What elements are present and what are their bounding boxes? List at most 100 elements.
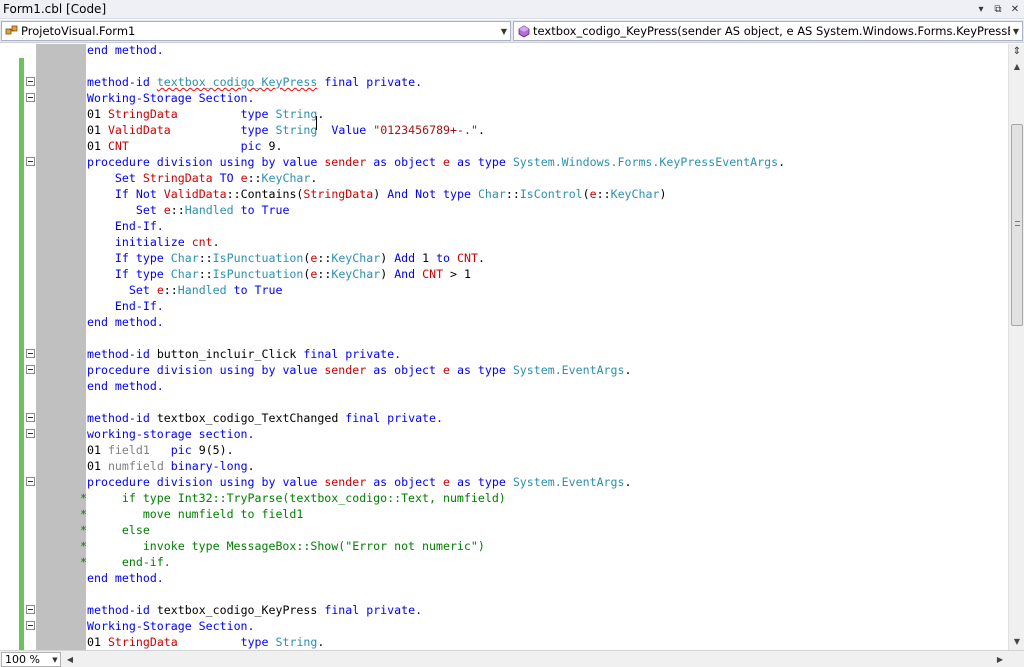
code-line[interactable]: 01 StringData type String.	[0, 106, 1008, 122]
class-dropdown[interactable]: ProjetoVisual.Form1 ▼	[1, 21, 511, 41]
code-line[interactable]: If Not ValidData::Contains(StringData) A…	[0, 186, 1008, 202]
restore-window-icon[interactable]: ⧉	[991, 2, 1005, 16]
zoom-level: 100 %	[5, 653, 40, 666]
code-editor[interactable]: end method. method-id textbox_codigo_KeyP…	[0, 44, 1008, 650]
code-token: "0123456789+-."	[373, 123, 478, 137]
scroll-down-icon[interactable]: ▼	[1010, 634, 1024, 648]
code-line[interactable]: end method.	[0, 314, 1008, 330]
code-token: CNT	[457, 251, 478, 265]
scroll-left-icon[interactable]: ◀	[63, 652, 77, 667]
code-token: as type	[449, 475, 513, 489]
code-line[interactable]	[0, 586, 1008, 602]
code-line[interactable]: 01 ValidData type String Value "01234567…	[0, 122, 1008, 138]
code-token: Working-Storage Section.	[87, 619, 255, 633]
code-token: ::Contains(	[226, 187, 304, 201]
code-line[interactable]: 01 field1 pic 9(5).	[0, 442, 1008, 458]
collapse-icon[interactable]	[26, 93, 35, 102]
code-line[interactable]: method-id textbox_codigo_KeyPress final …	[0, 602, 1008, 618]
code-token: And Not type	[387, 187, 478, 201]
code-line[interactable]: method-id textbox_codigo_KeyPress final …	[0, 74, 1008, 90]
scroll-up-icon[interactable]: ▲	[1010, 59, 1024, 73]
code-line[interactable]: end method.	[0, 378, 1008, 394]
code-line[interactable]: Working-Storage Section.	[0, 618, 1008, 634]
code-line[interactable]: End-If.	[0, 298, 1008, 314]
code-token: CNT	[107, 139, 129, 153]
code-line[interactable]: * invoke type MessageBox::Show("Error no…	[0, 538, 1008, 554]
collapse-icon[interactable]	[26, 77, 35, 86]
code-line[interactable]	[0, 58, 1008, 74]
code-line[interactable]: procedure division using by value sender…	[0, 154, 1008, 170]
code-line[interactable]: 01 numfield binary-long.	[0, 458, 1008, 474]
code-token: textbox_codigo_KeyPress	[156, 75, 318, 89]
collapse-icon[interactable]	[26, 429, 35, 438]
code-line[interactable]: If type Char::IsPunctuation(e::KeyChar) …	[0, 250, 1008, 266]
code-token: .	[212, 235, 220, 249]
code-token: End-If.	[114, 299, 164, 313]
code-line[interactable]: method-id button_incluir_Click final pri…	[0, 346, 1008, 362]
collapse-icon[interactable]	[26, 157, 35, 166]
code-line[interactable]: 01 StringData type String.	[0, 634, 1008, 650]
collapse-icon[interactable]	[26, 365, 35, 374]
chevron-down-icon[interactable]: ▼	[1010, 22, 1022, 40]
member-dropdown[interactable]: textbox_codigo_KeyPress(sender AS object…	[513, 21, 1023, 41]
code-line[interactable]: method-id textbox_codigo_TextChanged fin…	[0, 410, 1008, 426]
code-line[interactable]: * if type Int32::TryParse(textbox_codigo…	[0, 490, 1008, 506]
code-token: e	[163, 203, 171, 217]
collapse-icon[interactable]	[26, 605, 35, 614]
code-line[interactable]: Set e::Handled to True	[0, 282, 1008, 298]
code-token: end method.	[87, 315, 164, 329]
code-line[interactable]: initialize cnt.	[0, 234, 1008, 250]
code-token: ::	[198, 251, 213, 265]
code-line[interactable]	[0, 330, 1008, 346]
code-line[interactable]: end method.	[0, 44, 1008, 58]
chevron-down-icon[interactable]: ▼	[498, 22, 510, 40]
code-line[interactable]: working-storage section.	[0, 426, 1008, 442]
split-handle-icon[interactable]: ⇕	[1010, 44, 1024, 58]
code-line[interactable]: Set StringData TO e::KeyChar.	[0, 170, 1008, 186]
code-text: end method.	[87, 314, 164, 330]
vertical-scrollbar[interactable]: ⇕ ▲ ▼	[1008, 44, 1024, 650]
scroll-right-icon[interactable]: ▶	[993, 652, 1007, 667]
code-token: procedure division using by value	[87, 363, 325, 377]
code-line[interactable]: Working-Storage Section.	[0, 90, 1008, 106]
code-token: Value	[324, 123, 374, 137]
code-line[interactable]	[0, 394, 1008, 410]
code-token: String	[275, 107, 318, 121]
code-line[interactable]: * else	[0, 522, 1008, 538]
horizontal-scrollbar[interactable]: 100 % ▼ ◀ ▶	[0, 650, 1024, 667]
code-token: Char	[477, 187, 506, 201]
scroll-thumb[interactable]	[1011, 124, 1023, 326]
code-token: numfield	[107, 459, 164, 473]
code-token: IsPunctuation	[212, 251, 304, 265]
code-line[interactable]: End-If.	[0, 218, 1008, 234]
code-line[interactable]: * end-if.	[0, 554, 1008, 570]
code-line[interactable]: If type Char::IsPunctuation(e::KeyChar) …	[0, 266, 1008, 282]
code-token: (	[582, 187, 590, 201]
dropdown-window-icon[interactable]: ▾	[974, 2, 988, 16]
collapse-icon[interactable]	[26, 621, 35, 630]
code-line[interactable]: Set e::Handled to True	[0, 202, 1008, 218]
code-token: * else	[80, 523, 150, 537]
close-window-icon[interactable]: ✕	[1008, 2, 1022, 16]
zoom-dropdown[interactable]: 100 % ▼	[1, 652, 61, 667]
code-token: method-id	[87, 603, 157, 617]
code-token: sender	[324, 475, 367, 489]
collapse-icon[interactable]	[26, 477, 35, 486]
code-text: 01 field1 pic 9(5).	[87, 442, 234, 458]
code-line[interactable]: * move numfield to field1	[0, 506, 1008, 522]
code-token: final private.	[317, 603, 423, 617]
chevron-down-icon[interactable]: ▼	[50, 656, 60, 664]
code-line[interactable]: end method.	[0, 570, 1008, 586]
code-line[interactable]: procedure division using by value sender…	[0, 362, 1008, 378]
code-token: IsPunctuation	[212, 267, 304, 281]
code-token: initialize	[114, 235, 192, 249]
code-line[interactable]: 01 CNT pic 9.	[0, 138, 1008, 154]
code-token: KeyChar	[331, 251, 381, 265]
collapse-icon[interactable]	[26, 349, 35, 358]
collapse-icon[interactable]	[26, 413, 35, 422]
code-line[interactable]: procedure division using by value sender…	[0, 474, 1008, 490]
